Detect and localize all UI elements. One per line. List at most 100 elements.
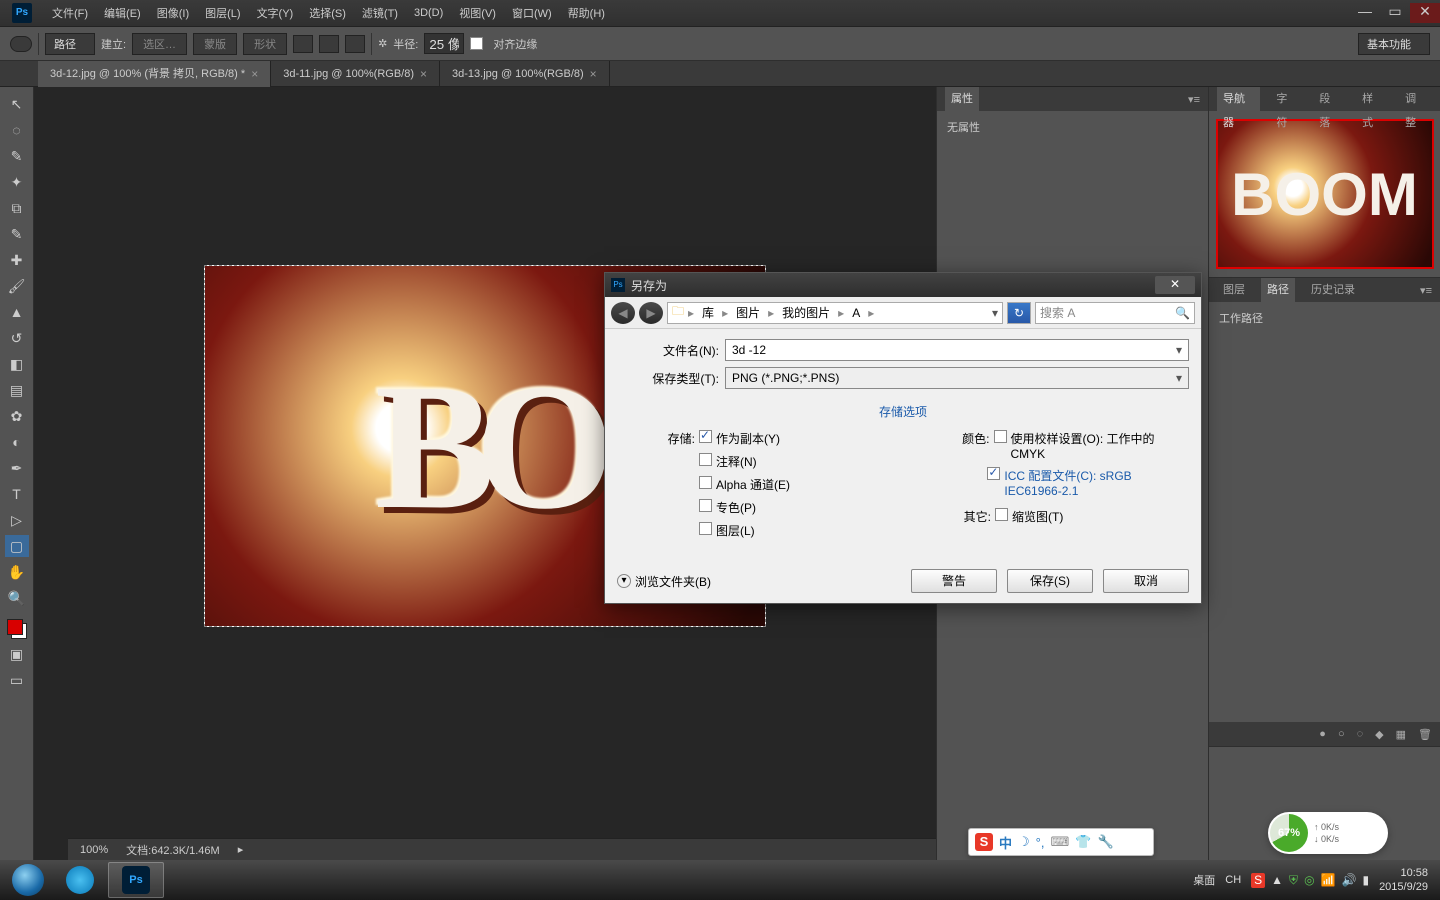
- start-button[interactable]: [4, 862, 52, 898]
- doc-tab-1[interactable]: 3d-12.jpg @ 100% (背景 拷贝, RGB/8) *×: [38, 61, 271, 87]
- close-button[interactable]: ✕: [1410, 3, 1440, 23]
- panel-menu-icon[interactable]: ▾≡: [1420, 284, 1432, 297]
- close-icon[interactable]: ×: [590, 61, 597, 87]
- eraser-tool[interactable]: ◧: [5, 353, 29, 375]
- crumb-mypics[interactable]: 我的图片: [778, 304, 834, 321]
- ime-keyboard-icon[interactable]: ⌨: [1050, 834, 1069, 850]
- minimize-button[interactable]: ―: [1350, 3, 1380, 23]
- menu-help[interactable]: 帮助(H): [560, 5, 613, 21]
- screenmode-tool[interactable]: ▭: [5, 669, 29, 691]
- menu-select[interactable]: 选择(S): [301, 5, 354, 21]
- search-input[interactable]: 搜索 A 🔍: [1035, 302, 1195, 324]
- arrange-icon[interactable]: [345, 35, 365, 53]
- move-tool[interactable]: ↖: [5, 93, 29, 115]
- work-path-item[interactable]: 工作路径: [1219, 310, 1430, 326]
- dodge-tool[interactable]: ◐: [5, 431, 29, 453]
- network-speed-widget[interactable]: 67% ↑ 0K/s ↓ 0K/s: [1268, 812, 1388, 854]
- pen-tool[interactable]: ✒: [5, 457, 29, 479]
- copy-checkbox[interactable]: [699, 430, 712, 443]
- refresh-button[interactable]: ↻: [1007, 302, 1031, 324]
- mode-dropdown[interactable]: 路径: [45, 33, 95, 55]
- rounded-rect-tool[interactable]: ▢: [5, 535, 29, 557]
- marquee-tool[interactable]: ◌: [5, 119, 29, 141]
- dialog-titlebar[interactable]: Ps 另存为 ✕: [605, 273, 1201, 297]
- desktop-label[interactable]: 桌面: [1193, 872, 1215, 888]
- alpha-checkbox[interactable]: [699, 476, 712, 489]
- flag-icon[interactable]: ▲: [1271, 873, 1283, 888]
- cancel-button[interactable]: 取消: [1103, 569, 1189, 593]
- ime-toolbar[interactable]: S 中 ☽ °, ⌨ 👕 🔧: [968, 828, 1154, 856]
- brush-tool[interactable]: 🖌: [5, 275, 29, 297]
- history-tab[interactable]: 历史记录: [1305, 278, 1361, 302]
- eyedropper-tool[interactable]: ✎: [5, 223, 29, 245]
- menu-filter[interactable]: 滤镜(T): [354, 5, 406, 21]
- warning-button[interactable]: 警告: [911, 569, 997, 593]
- healing-tool[interactable]: ✚: [5, 249, 29, 271]
- tool-preset-icon[interactable]: [10, 36, 32, 52]
- character-tab[interactable]: 字符: [1270, 87, 1303, 111]
- ime-tool-icon[interactable]: 🔧: [1097, 834, 1113, 850]
- align-icon[interactable]: [319, 35, 339, 53]
- maximize-button[interactable]: ▭: [1380, 3, 1410, 23]
- new-path-icon[interactable]: ▦: [1396, 728, 1406, 741]
- combine-icon[interactable]: [293, 35, 313, 53]
- lasso-tool[interactable]: ✎: [5, 145, 29, 167]
- crumb-pictures[interactable]: 图片: [732, 304, 764, 321]
- doc-tab-2[interactable]: 3d-11.jpg @ 100%(RGB/8)×: [271, 61, 440, 87]
- close-icon[interactable]: ×: [420, 61, 427, 87]
- navigator-tab[interactable]: 导航器: [1217, 87, 1260, 111]
- gradient-tool[interactable]: ▤: [5, 379, 29, 401]
- net-icon[interactable]: 📶: [1321, 873, 1336, 888]
- hand-tool[interactable]: ✋: [5, 561, 29, 583]
- radius-input[interactable]: [424, 33, 464, 54]
- paragraph-tab[interactable]: 段落: [1313, 87, 1346, 111]
- blur-tool[interactable]: ✿: [5, 405, 29, 427]
- quickmask-tool[interactable]: ▣: [5, 643, 29, 665]
- navigator-thumbnail[interactable]: BOOM: [1216, 119, 1434, 269]
- workspace-switcher[interactable]: 基本功能: [1358, 33, 1430, 55]
- filetype-dropdown[interactable]: PNG (*.PNG;*.PNS)▾: [725, 367, 1189, 389]
- browse-folders-toggle[interactable]: ▾ 浏览文件夹(B): [617, 573, 711, 590]
- fg-color[interactable]: [7, 619, 23, 635]
- layers-checkbox[interactable]: [699, 522, 712, 535]
- shape-button[interactable]: 形状: [243, 33, 287, 55]
- close-icon[interactable]: ×: [251, 61, 258, 87]
- task-photoshop[interactable]: Ps: [108, 862, 164, 898]
- align-edges-checkbox[interactable]: [470, 37, 483, 50]
- nav-forward-button[interactable]: ▶: [639, 302, 663, 324]
- shield-icon[interactable]: ⛨: [1289, 873, 1298, 888]
- stamp-tool[interactable]: ▲: [5, 301, 29, 323]
- ime-punct-icon[interactable]: °,: [1036, 835, 1045, 850]
- filename-input[interactable]: 3d -12▾: [725, 339, 1189, 361]
- save-button[interactable]: 保存(S): [1007, 569, 1093, 593]
- color-swatches[interactable]: [7, 619, 27, 639]
- crumb-library[interactable]: 库: [698, 304, 718, 321]
- ime-skin-icon[interactable]: 👕: [1075, 834, 1091, 850]
- channels-tab[interactable]: 图层: [1217, 278, 1251, 302]
- type-tool[interactable]: T: [5, 483, 29, 505]
- menu-3d[interactable]: 3D(D): [406, 7, 451, 19]
- volume-icon[interactable]: 🔊: [1342, 873, 1357, 888]
- menu-file[interactable]: 文件(F): [44, 5, 96, 21]
- proof-checkbox[interactable]: [994, 430, 1007, 443]
- dialog-close-button[interactable]: ✕: [1155, 276, 1195, 294]
- stroke-path-icon[interactable]: ○: [1338, 728, 1345, 740]
- ime-lang[interactable]: 中: [999, 833, 1012, 852]
- crop-tool[interactable]: ⧉: [5, 197, 29, 219]
- adjustments-tab[interactable]: 调整: [1399, 87, 1432, 111]
- menu-window[interactable]: 窗口(W): [504, 5, 560, 21]
- lang-indicator[interactable]: CH: [1225, 874, 1241, 886]
- task-browser[interactable]: [52, 862, 108, 898]
- selection-button[interactable]: 选区…: [132, 33, 187, 55]
- delete-path-icon[interactable]: 🗑: [1418, 728, 1432, 741]
- history-brush-tool[interactable]: ↺: [5, 327, 29, 349]
- fill-path-icon[interactable]: ●: [1319, 728, 1326, 740]
- panel-menu-icon[interactable]: ▾≡: [1188, 93, 1200, 106]
- chevron-down-icon[interactable]: ▾: [1176, 371, 1182, 385]
- menu-edit[interactable]: 编辑(E): [96, 5, 149, 21]
- icc-checkbox[interactable]: [987, 467, 1000, 480]
- mask-button[interactable]: 蒙版: [193, 33, 237, 55]
- breadcrumb-path[interactable]: 🗀 ▸ 库▸ 图片▸ 我的图片▸ A▸ ▾: [667, 302, 1003, 324]
- thumbnail-checkbox[interactable]: [995, 508, 1008, 521]
- zoom-tool[interactable]: 🔍: [5, 587, 29, 609]
